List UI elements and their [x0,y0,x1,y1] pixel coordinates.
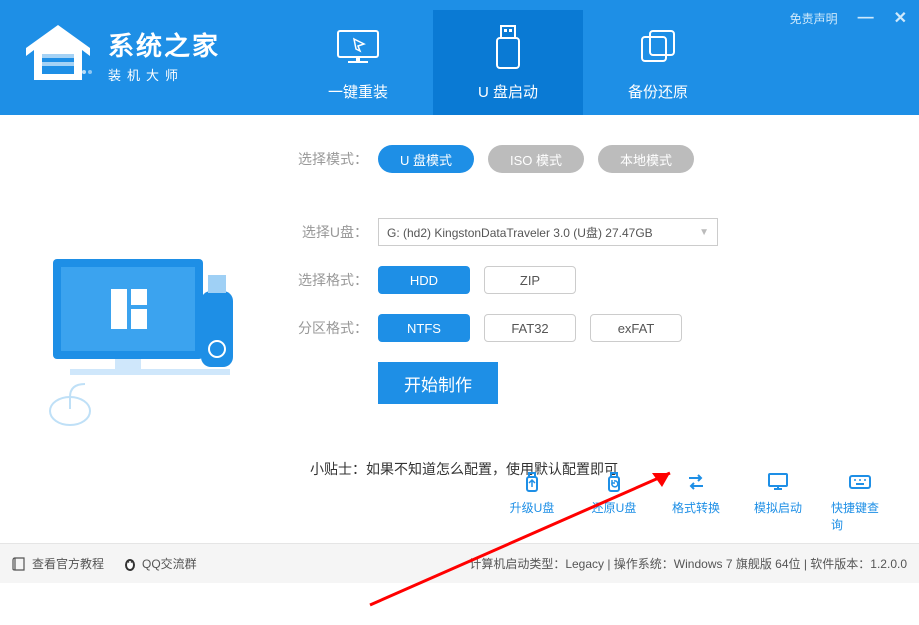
book-icon [12,556,28,572]
partition-fat32-button[interactable]: FAT32 [484,314,576,342]
usb-select-dropdown[interactable]: G: (hd2) KingstonDataTraveler 3.0 (U盘) 2… [378,218,718,246]
window-controls: 免责声明 — ✕ [790,8,907,28]
convert-icon [683,469,709,495]
usb-select-value: G: (hd2) KingstonDataTraveler 3.0 (U盘) 2… [387,224,653,241]
footer: 查看官方教程 QQ交流群 计算机启动类型：Legacy | 操作系统：Windo… [0,543,919,583]
minimize-button[interactable]: — [858,9,874,27]
footer-left: 查看官方教程 QQ交流群 [12,555,197,572]
content: 选择模式： U 盘模式 ISO 模式 本地模式 选择U盘： G: (hd2) K… [290,115,919,543]
logo-title: 系统之家 [108,26,220,63]
mode-usb-pill[interactable]: U 盘模式 [378,145,474,173]
start-button[interactable]: 开始制作 [378,362,498,404]
partition-ntfs-button[interactable]: NTFS [378,314,470,342]
simulate-boot-button[interactable]: 模拟启动 [749,469,807,533]
partition-row: 分区格式： NTFS FAT32 exFAT [290,314,919,342]
logo-icon [18,20,98,90]
tab-usb[interactable]: U 盘启动 [433,10,583,115]
mode-iso-pill[interactable]: ISO 模式 [488,145,584,173]
monitor-icon [765,469,791,495]
chevron-down-icon: ▼ [699,227,709,238]
footer-status: 计算机启动类型：Legacy | 操作系统：Windows 7 旗舰版 64位 … [469,555,907,572]
qq-group-label: QQ交流群 [142,555,197,572]
tutorial-link[interactable]: 查看官方教程 [12,555,104,572]
keyboard-icon [847,469,873,495]
logo-subtitle: 装机大师 [108,65,220,84]
usb-drive-icon [491,24,525,72]
mode-label: 选择模式： [290,149,368,169]
usb-select-row: 选择U盘： G: (hd2) KingstonDataTraveler 3.0 … [290,218,919,246]
qq-group-link[interactable]: QQ交流群 [122,555,197,572]
hotkey-query-button[interactable]: 快捷键查询 [831,469,889,533]
tab-reinstall[interactable]: 一键重装 [283,10,433,115]
partition-exfat-button[interactable]: exFAT [590,314,682,342]
tutorial-label: 查看官方教程 [32,555,104,572]
format-label: 选择格式： [290,270,368,290]
convert-format-button[interactable]: 格式转换 [667,469,725,533]
penguin-icon [122,556,138,572]
usb-select-label: 选择U盘： [290,222,368,242]
usb-restore-icon [601,469,627,495]
mode-row: 选择模式： U 盘模式 ISO 模式 本地模式 [290,145,919,173]
partition-label: 分区格式： [290,318,368,338]
copy-icon [636,27,680,69]
monitor-cursor-icon [334,27,382,69]
format-row: 选择格式： HDD ZIP [290,266,919,294]
convert-format-label: 格式转换 [672,499,720,516]
tab-reinstall-label: 一键重装 [328,81,388,102]
main-tabs: 一键重装 U 盘启动 备份还原 [283,10,733,115]
tab-backup-label: 备份还原 [628,81,688,102]
illustration [0,115,290,543]
upgrade-usb-button[interactable]: 升级U盘 [503,469,561,533]
tab-usb-label: U 盘启动 [478,81,538,102]
format-zip-button[interactable]: ZIP [484,266,576,294]
format-hdd-button[interactable]: HDD [378,266,470,294]
close-button[interactable]: ✕ [894,8,907,28]
upgrade-usb-label: 升级U盘 [510,499,555,516]
disclaimer-link[interactable]: 免责声明 [790,10,838,27]
bottom-toolbar: 升级U盘 还原U盘 格式转换 模拟启动 快捷键查询 [503,469,889,533]
simulate-boot-label: 模拟启动 [754,499,802,516]
restore-usb-button[interactable]: 还原U盘 [585,469,643,533]
hotkey-query-label: 快捷键查询 [831,499,889,533]
usb-up-icon [519,469,545,495]
logo-area: 系统之家 装机大师 [0,0,238,110]
restore-usb-label: 还原U盘 [592,499,637,516]
body: 选择模式： U 盘模式 ISO 模式 本地模式 选择U盘： G: (hd2) K… [0,115,919,543]
tab-backup[interactable]: 备份还原 [583,10,733,115]
header: 系统之家 装机大师 一键重装 [0,0,919,115]
mode-local-pill[interactable]: 本地模式 [598,145,694,173]
